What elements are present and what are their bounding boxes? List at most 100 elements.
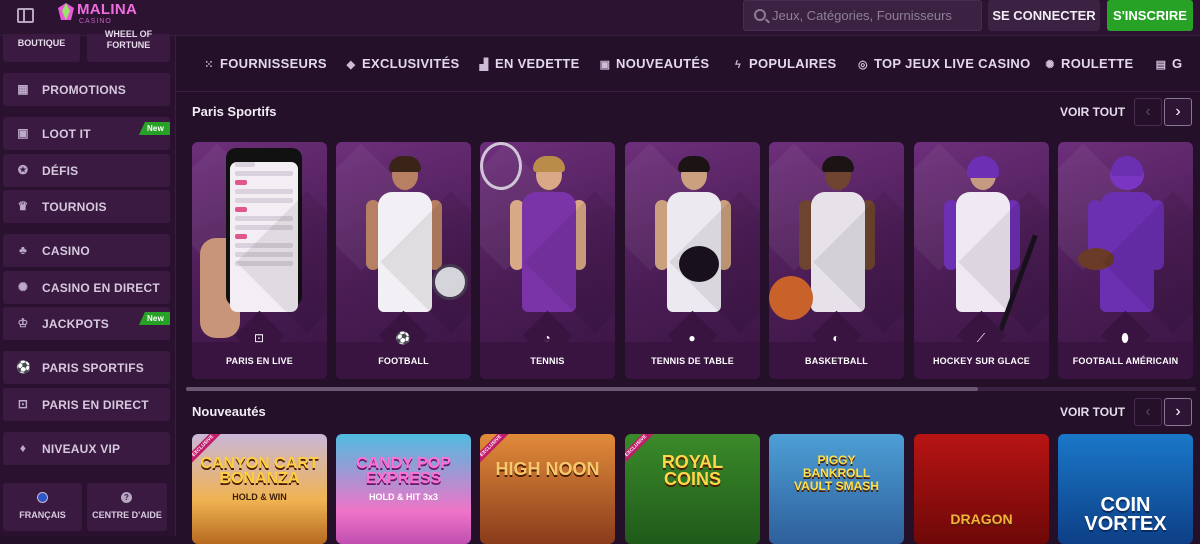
game-title: COIN VORTEX: [1084, 494, 1167, 535]
live-icon: ⊡: [253, 331, 265, 345]
sidebar-item-label: DÉFIS: [42, 164, 79, 178]
trophy-icon: ♛: [17, 199, 29, 213]
prev-arrow-icon[interactable]: ‹: [1134, 98, 1162, 126]
american-football-icon: ⬮: [1121, 331, 1129, 345]
tab-roulette[interactable]: ✺ ROULETTE: [1043, 56, 1133, 71]
sidebar-item-label: CASINO EN DIRECT: [42, 281, 160, 295]
tab-exclusivites[interactable]: ◆ EXCLUSIVITÉS: [344, 56, 460, 71]
see-all-news-link[interactable]: VOIR TOUT: [1060, 405, 1125, 419]
prev-arrow-icon[interactable]: ‹: [1134, 398, 1162, 426]
next-arrow-icon[interactable]: ›: [1164, 98, 1192, 126]
see-all-sports-link[interactable]: VOIR TOUT: [1060, 105, 1125, 119]
sidebar-item-paris-en-direct[interactable]: ⊡ PARIS EN DIRECT: [3, 388, 170, 421]
help-icon: ?: [121, 492, 132, 503]
sidebar-item-niveaux-vip[interactable]: ♦ NIVEAUX VIP: [3, 432, 170, 465]
soccer-ball-image: [432, 264, 468, 300]
sport-card-hockey-sur-glace[interactable]: ⟋ HOCKEY SUR GLACE: [914, 142, 1049, 379]
phone-image: [226, 148, 302, 312]
soccer-ball-icon: ⚽: [395, 331, 411, 345]
sidebar-item-label: CASINO: [42, 244, 90, 258]
search-input[interactable]: [772, 1, 977, 30]
horizontal-scrollbar[interactable]: [186, 387, 978, 391]
sport-card-tennis[interactable]: ◔ TENNIS: [480, 142, 615, 379]
tab-populaires[interactable]: ϟ POPULAIRES: [731, 56, 837, 71]
game-tile-royal-coins[interactable]: EXCLUSIVE ROYAL COINS: [625, 434, 760, 544]
help-center-button[interactable]: ? CENTRE D'AIDE: [87, 483, 167, 531]
game-title: CANDY POP EXPRESS: [356, 455, 451, 487]
medal-icon: ✪: [17, 163, 29, 177]
game-tile-candy-pop-express[interactable]: CANDY POP EXPRESS HOLD & HIT 3x3: [336, 434, 471, 544]
roulette-icon: ✺: [1045, 59, 1055, 71]
tab-more[interactable]: ▤ G: [1154, 56, 1182, 71]
phone-screen: [230, 162, 298, 312]
tab-en-vedette[interactable]: ▟ EN VEDETTE: [477, 56, 580, 71]
section-title-sports: Paris Sportifs: [192, 104, 277, 119]
sport-card-tennis-de-table[interactable]: ● TENNIS DE TABLE: [625, 142, 760, 379]
sidebar-item-defis[interactable]: ✪ DÉFIS: [3, 154, 170, 187]
logo-text: MALINA: [77, 1, 138, 18]
main-content: ⁙ FOURNISSEURS ◆ EXCLUSIVITÉS ▟ EN VEDETTE …: [176, 36, 1200, 544]
podium-icon: ▟: [479, 59, 489, 71]
game-tile-canyon-cart-bonanza[interactable]: EXCLUSIVE CANYON CART BONANZA HOLD & WIN: [192, 434, 327, 544]
game-tile-coin-vortex[interactable]: COIN VORTEX: [1058, 434, 1193, 544]
sidebar-item-loot-it[interactable]: ▣ LOOT IT New: [3, 117, 170, 150]
tab-nouveautes[interactable]: ▣ NOUVEAUTÉS: [598, 56, 709, 71]
sidebar-item-label: PROMOTIONS: [42, 83, 127, 97]
sidebar-item-tournois[interactable]: ♛ TOURNOIS: [3, 190, 170, 223]
language-selector[interactable]: FRANÇAIS: [3, 483, 82, 531]
logo[interactable]: MALINA CASINO: [57, 1, 147, 31]
sidebar-toggle-icon[interactable]: [17, 8, 34, 23]
sport-card-label: HOCKEY SUR GLACE: [932, 356, 1031, 366]
tennis-ball-icon: ◔: [543, 331, 551, 345]
sidebar-item-casino-en-direct[interactable]: ✺ CASINO EN DIRECT: [3, 271, 170, 304]
game-tile-high-noon[interactable]: EXCLUSIVE HIGH NOON: [480, 434, 615, 544]
sidebar-item-boutique[interactable]: BOUTIQUE: [3, 34, 80, 62]
search-box: [743, 0, 982, 31]
game-title: CANYON CART BONANZA: [200, 455, 319, 487]
cards-icon: ♣: [18, 243, 28, 257]
sport-card-label: FOOTBALL AMÉRICAIN: [1072, 356, 1179, 366]
roulette-icon: ✺: [17, 280, 29, 294]
paddle-image: [679, 246, 719, 282]
section-title-nouveautes: Nouveautés: [192, 404, 266, 419]
sidebar-item-label: TOURNOIS: [42, 200, 107, 214]
game-title: ROYAL COINS: [661, 452, 724, 489]
login-button[interactable]: SE CONNECTER: [988, 0, 1100, 31]
game-title: DRAGON: [950, 511, 1013, 527]
sidebar-item-jackpots[interactable]: ♔ JACKPOTS New: [3, 307, 170, 340]
tab-fournisseurs[interactable]: ⁙ FOURNISSEURS: [202, 56, 327, 71]
hockey-stick-icon: ⟋: [976, 331, 986, 345]
american-football-image: [1078, 248, 1114, 270]
game-title: PIGGY BANKROLL VAULT SMASH: [794, 453, 879, 493]
gift-icon: ▦: [17, 82, 29, 96]
game-icon: ▤: [1155, 59, 1167, 71]
sport-card-label: TENNIS: [530, 356, 565, 366]
sidebar-item-promotions[interactable]: ▦ PROMOTIONS: [3, 73, 170, 106]
game-subtitle: HOLD & HIT 3x3: [368, 492, 438, 502]
sport-card-basketball[interactable]: ◐ BASKETBALL: [769, 142, 904, 379]
tab-top-jeux-live-casino[interactable]: ◎ TOP JEUX LIVE CASINO: [856, 56, 1031, 71]
logo-mark-icon: [58, 3, 74, 20]
signup-button[interactable]: S'INSCRIRE: [1107, 0, 1193, 31]
search-icon: [754, 9, 766, 21]
sport-card-football[interactable]: ⚽ FOOTBALL: [336, 142, 471, 379]
sport-card-paris-en-live[interactable]: ⊡ PARIS EN LIVE: [192, 142, 327, 379]
game-tile-piggy-bankroll-vault-smash[interactable]: PIGGY BANKROLL VAULT SMASH: [769, 434, 904, 544]
sidebar-item-wheel-of-fortune[interactable]: WHEEL OF FORTUNE: [87, 29, 170, 62]
next-arrow-icon[interactable]: ›: [1164, 398, 1192, 426]
sidebar-item-paris-sportifs[interactable]: ⚽ PARIS SPORTIFS: [3, 351, 170, 384]
help-label: CENTRE D'AIDE: [92, 510, 162, 520]
sport-card-label: PARIS EN LIVE: [226, 356, 293, 366]
game-subtitle: HOLD & WIN: [232, 492, 287, 502]
sport-card-label: TENNIS DE TABLE: [651, 356, 734, 366]
tab-label: POPULAIRES: [749, 56, 837, 71]
diamond-icon: ♦: [19, 441, 27, 455]
sport-card-football-americain[interactable]: ⬮ FOOTBALL AMÉRICAIN: [1058, 142, 1193, 379]
tab-label: ROULETTE: [1061, 56, 1134, 71]
game-tile-dragon[interactable]: DRAGON: [914, 434, 1049, 544]
tab-label: NOUVEAUTÉS: [616, 56, 710, 71]
hockey-stick-image: [995, 234, 1038, 340]
globe-icon: [37, 492, 48, 503]
new-badge: New: [138, 312, 170, 325]
sidebar-item-casino[interactable]: ♣ CASINO: [3, 234, 170, 267]
